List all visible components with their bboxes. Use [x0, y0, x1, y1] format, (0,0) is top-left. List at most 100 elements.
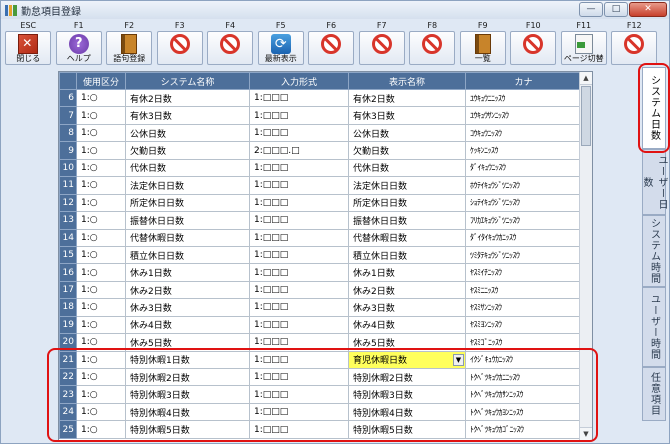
cell-use[interactable]: 1:○: [76, 88, 126, 108]
cell-system-name[interactable]: 振替休日日数: [125, 211, 250, 230]
cell-input-format[interactable]: 1:□□□: [249, 193, 349, 213]
fkey-f7-button[interactable]: [358, 31, 405, 65]
cell-system-name[interactable]: 特別休暇5日数: [125, 420, 250, 439]
cell-use[interactable]: 1:○: [76, 123, 126, 143]
cell-kana[interactable]: ﾄｸﾍﾞﾂｷｭｳｶﾆﾆｯｽｳ: [465, 367, 582, 387]
table-row[interactable]: 19 1:○ 休み4日数 1:□□□ 休み4日数 ﾔｽﾐﾖﾝﾆｯｽｳ: [59, 315, 582, 335]
cell-use[interactable]: 1:○: [76, 367, 126, 387]
cell-system-name[interactable]: 休み4日数: [125, 315, 250, 335]
table-row[interactable]: 18 1:○ 休み3日数 1:□□□ 休み3日数 ﾔｽﾐｻﾝﾆｯｽｳ: [59, 298, 582, 317]
column-header[interactable]: 入力形式: [249, 72, 349, 90]
cell-use[interactable]: 1:○: [76, 298, 126, 317]
cell-input-format[interactable]: 1:□□□: [249, 176, 349, 195]
cell-kana[interactable]: ｲｸｼﾞｷｭｳｶﾆｯｽｳ: [465, 350, 582, 370]
side-tab-5[interactable]: 任意項目: [642, 367, 666, 421]
cell-input-format[interactable]: 1:□□□: [249, 228, 349, 247]
fkey-f5-button[interactable]: ⟳ 最新表示: [257, 31, 304, 65]
cell-input-format[interactable]: 1:□□□: [249, 298, 349, 317]
fkey-f12-button[interactable]: [611, 31, 658, 65]
cell-display-name[interactable]: 欠勤日数: [348, 141, 466, 160]
cell-input-format[interactable]: 2:□□□.□: [249, 141, 349, 160]
cell-display-name[interactable]: 特別休暇5日数: [348, 420, 466, 439]
cell-kana[interactable]: ﾕｳｷｭｳｻﾝﾆｯｽｳ: [465, 106, 582, 125]
cell-system-name[interactable]: 積立休日日数: [125, 245, 250, 265]
cell-use[interactable]: 1:○: [76, 385, 126, 404]
table-row[interactable]: 8 1:○ 公休日数 1:□□□ 公休日数 ｺｳｷｭｳﾆｯｽｳ: [59, 123, 582, 143]
cell-display-name[interactable]: 法定休日日数: [348, 176, 466, 195]
minimize-button[interactable]: —: [579, 2, 603, 17]
table-row[interactable]: 11 1:○ 法定休日日数 1:□□□ 法定休日日数 ﾎｳﾃｲｷｭｳｼﾞﾂﾆｯｽｳ: [59, 176, 582, 195]
cell-kana[interactable]: ﾀﾞｲｷｭｳﾆｯｽｳ: [465, 158, 582, 178]
table-row[interactable]: 7 1:○ 有休3日数 1:□□□ 有休3日数 ﾕｳｷｭｳｻﾝﾆｯｽｳ: [59, 106, 582, 125]
table-row[interactable]: 16 1:○ 休み1日数 1:□□□ 休み1日数 ﾔｽﾐｲﾁﾆｯｽｳ: [59, 263, 582, 282]
cell-input-format[interactable]: 1:□□□: [249, 385, 349, 404]
table-row[interactable]: 14 1:○ 代替休暇日数 1:□□□ 代替休暇日数 ﾀﾞｲﾀｲｷｭｳｶﾆｯｽｳ: [59, 228, 582, 247]
column-header[interactable]: システム名称: [125, 72, 250, 90]
column-header[interactable]: 表示名称: [348, 72, 466, 90]
cell-use[interactable]: 1:○: [76, 211, 126, 230]
cell-use[interactable]: 1:○: [76, 228, 126, 247]
table-row[interactable]: 15 1:○ 積立休日日数 1:□□□ 積立休日日数 ﾂﾐﾀﾃｷｭｳｼﾞﾂﾆｯｽｳ: [59, 245, 582, 265]
cell-input-format[interactable]: 1:□□□: [249, 211, 349, 230]
close-window-button[interactable]: ✕: [629, 2, 667, 17]
scroll-down-icon[interactable]: ▼: [580, 427, 592, 440]
cell-kana[interactable]: ｼｮﾃｲｷｭｳｼﾞﾂﾆｯｽｳ: [465, 193, 582, 213]
cell-kana[interactable]: ﾔｽﾐｻﾝﾆｯｽｳ: [465, 298, 582, 317]
cell-use[interactable]: 1:○: [76, 193, 126, 213]
cell-kana[interactable]: ﾔｽﾐﾆﾆｯｽｳ: [465, 280, 582, 300]
cell-use[interactable]: 1:○: [76, 176, 126, 195]
table-row[interactable]: 10 1:○ 代休日数 1:□□□ 代休日数 ﾀﾞｲｷｭｳﾆｯｽｳ: [59, 158, 582, 178]
cell-use[interactable]: 1:○: [76, 263, 126, 282]
column-header[interactable]: [59, 72, 77, 90]
cell-system-name[interactable]: 休み2日数: [125, 280, 250, 300]
table-row[interactable]: 22 1:○ 特別休暇2日数 1:□□□ 特別休暇2日数 ﾄｸﾍﾞﾂｷｭｳｶﾆﾆｯｽｳ: [59, 367, 582, 387]
cell-use[interactable]: 1:○: [76, 280, 126, 300]
cell-use[interactable]: 1:○: [76, 245, 126, 265]
table-row[interactable]: 20 1:○ 休み5日数 1:□□□ 休み5日数 ﾔｽﾐｺﾞﾆｯｽｳ: [59, 333, 582, 352]
fkey-f9-button[interactable]: 一覧: [459, 31, 506, 65]
cell-kana[interactable]: ﾀﾞｲﾀｲｷｭｳｶﾆｯｽｳ: [465, 228, 582, 247]
cell-kana[interactable]: ﾔｽﾐｺﾞﾆｯｽｳ: [465, 333, 582, 352]
cell-display-name[interactable]: 代休日数: [348, 158, 466, 178]
fkey-f11-button[interactable]: ページ切替: [560, 31, 607, 65]
cell-display-name[interactable]: 休み3日数: [348, 298, 466, 317]
cell-display-name[interactable]: 所定休日日数: [348, 193, 466, 213]
column-header[interactable]: 使用区分: [76, 72, 126, 90]
table-row[interactable]: 6 1:○ 有休2日数 1:□□□ 有休2日数 ﾕｳｷｭｳﾆﾆｯｽｳ: [59, 88, 582, 108]
cell-kana[interactable]: ﾔｽﾐﾖﾝﾆｯｽｳ: [465, 315, 582, 335]
table-row[interactable]: 23 1:○ 特別休暇3日数 1:□□□ 特別休暇3日数 ﾄｸﾍﾞﾂｷｭｳｶｻﾝﾆｯｽｳ: [59, 385, 582, 404]
cell-display-name[interactable]: 休み1日数: [348, 263, 466, 282]
cell-display-name[interactable]: 特別休暇3日数: [348, 385, 466, 404]
cell-kana[interactable]: ﾔｽﾐｲﾁﾆｯｽｳ: [465, 263, 582, 282]
fkey-f6-button[interactable]: [308, 31, 355, 65]
column-header[interactable]: カナ: [465, 72, 582, 90]
table-row[interactable]: 21 1:○ 特別休暇1日数 1:□□□ 育児休暇日数 ▼ ｲｸｼﾞｷｭｳｶﾆｯｽｳ: [59, 350, 582, 370]
cell-system-name[interactable]: 有休3日数: [125, 106, 250, 125]
scroll-up-icon[interactable]: ▲: [580, 72, 592, 85]
cell-display-name[interactable]: 振替休日日数: [348, 211, 466, 230]
cell-display-name[interactable]: 休み4日数: [348, 315, 466, 335]
cell-use[interactable]: 1:○: [76, 333, 126, 352]
cell-display-name[interactable]: 休み5日数: [348, 333, 466, 352]
fkey-f1-button[interactable]: ? ヘルプ: [55, 31, 102, 65]
fkey-f8-button[interactable]: [409, 31, 456, 65]
cell-kana[interactable]: ｹｯｷﾝﾆｯｽｳ: [465, 141, 582, 160]
cell-system-name[interactable]: 代休日数: [125, 158, 250, 178]
cell-display-name[interactable]: 積立休日日数: [348, 245, 466, 265]
fkey-f4-button[interactable]: [207, 31, 254, 65]
cell-display-name[interactable]: 有休2日数: [348, 88, 466, 108]
cell-kana[interactable]: ﾎｳﾃｲｷｭｳｼﾞﾂﾆｯｽｳ: [465, 176, 582, 195]
cell-system-name[interactable]: 公休日数: [125, 123, 250, 143]
cell-system-name[interactable]: 休み1日数: [125, 263, 250, 282]
cell-input-format[interactable]: 1:□□□: [249, 350, 349, 370]
cell-system-name[interactable]: 特別休暇2日数: [125, 367, 250, 387]
cell-kana[interactable]: ﾌﾘｶｴｷｭｳｼﾞﾂﾆｯｽｳ: [465, 211, 582, 230]
cell-display-name[interactable]: 特別休暇4日数: [348, 402, 466, 422]
table-row[interactable]: 13 1:○ 振替休日日数 1:□□□ 振替休日日数 ﾌﾘｶｴｷｭｳｼﾞﾂﾆｯｽｳ: [59, 211, 582, 230]
cell-system-name[interactable]: 代替休暇日数: [125, 228, 250, 247]
cell-use[interactable]: 1:○: [76, 158, 126, 178]
cell-input-format[interactable]: 1:□□□: [249, 263, 349, 282]
cell-input-format[interactable]: 1:□□□: [249, 158, 349, 178]
side-tab-3[interactable]: システム時間: [642, 215, 666, 287]
cell-input-format[interactable]: 1:□□□: [249, 420, 349, 439]
